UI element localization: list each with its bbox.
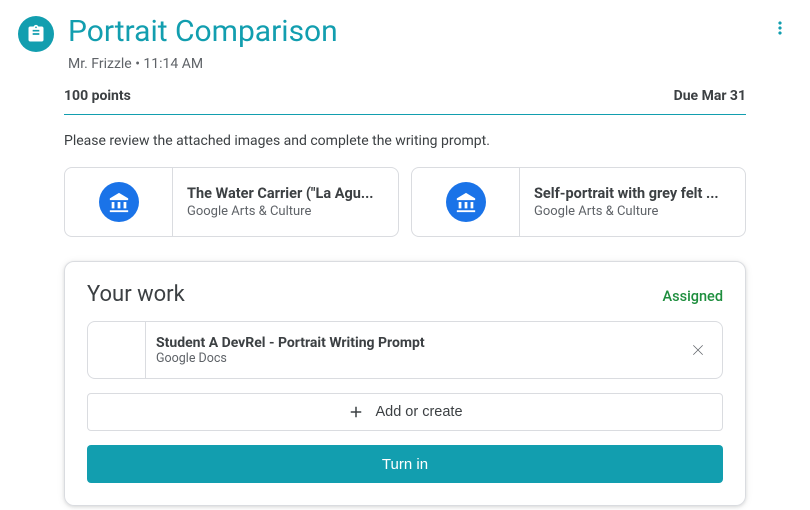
assignment-icon	[18, 16, 54, 52]
work-file-thumbnail	[88, 322, 146, 378]
teacher-name: Mr. Frizzle	[68, 56, 132, 72]
remove-file-button[interactable]	[674, 341, 722, 359]
work-file-title: Student A DevRel - Portrait Writing Prom…	[156, 335, 664, 351]
attachment-card[interactable]: Self-portrait with grey felt ... Google …	[411, 167, 746, 237]
attachment-title: The Water Carrier ("La Agu...	[187, 185, 384, 202]
page-title: Portrait Comparison	[68, 14, 792, 50]
post-time: 11:14 AM	[143, 56, 203, 72]
work-file-card[interactable]: Student A DevRel - Portrait Writing Prom…	[87, 321, 723, 379]
attachment-thumbnail	[65, 168, 173, 236]
more-vert-icon	[770, 18, 790, 38]
add-button-label: Add or create	[375, 404, 462, 420]
add-or-create-button[interactable]: Add or create	[87, 393, 723, 431]
assignment-meta: Mr. Frizzle • 11:14 AM	[68, 56, 792, 72]
attachment-source: Google Arts & Culture	[534, 204, 731, 219]
points-label: 100 points	[64, 88, 131, 104]
attachment-source: Google Arts & Culture	[187, 204, 384, 219]
more-options-button[interactable]	[760, 8, 800, 48]
attachment-card[interactable]: The Water Carrier ("La Agu... Google Art…	[64, 167, 399, 237]
museum-icon	[108, 191, 130, 213]
museum-icon	[455, 191, 477, 213]
due-date: Due Mar 31	[674, 88, 746, 104]
work-file-source: Google Docs	[156, 351, 664, 366]
turn-in-button[interactable]: Turn in	[87, 445, 723, 483]
plus-icon	[347, 403, 365, 421]
assignment-description: Please review the attached images and co…	[64, 133, 746, 149]
attachment-thumbnail	[412, 168, 520, 236]
your-work-heading: Your work	[87, 282, 185, 307]
status-badge: Assigned	[663, 288, 723, 305]
your-work-card: Your work Assigned Student A DevRel - Po…	[64, 261, 746, 506]
close-icon	[689, 341, 707, 359]
attachment-title: Self-portrait with grey felt ...	[534, 185, 731, 202]
